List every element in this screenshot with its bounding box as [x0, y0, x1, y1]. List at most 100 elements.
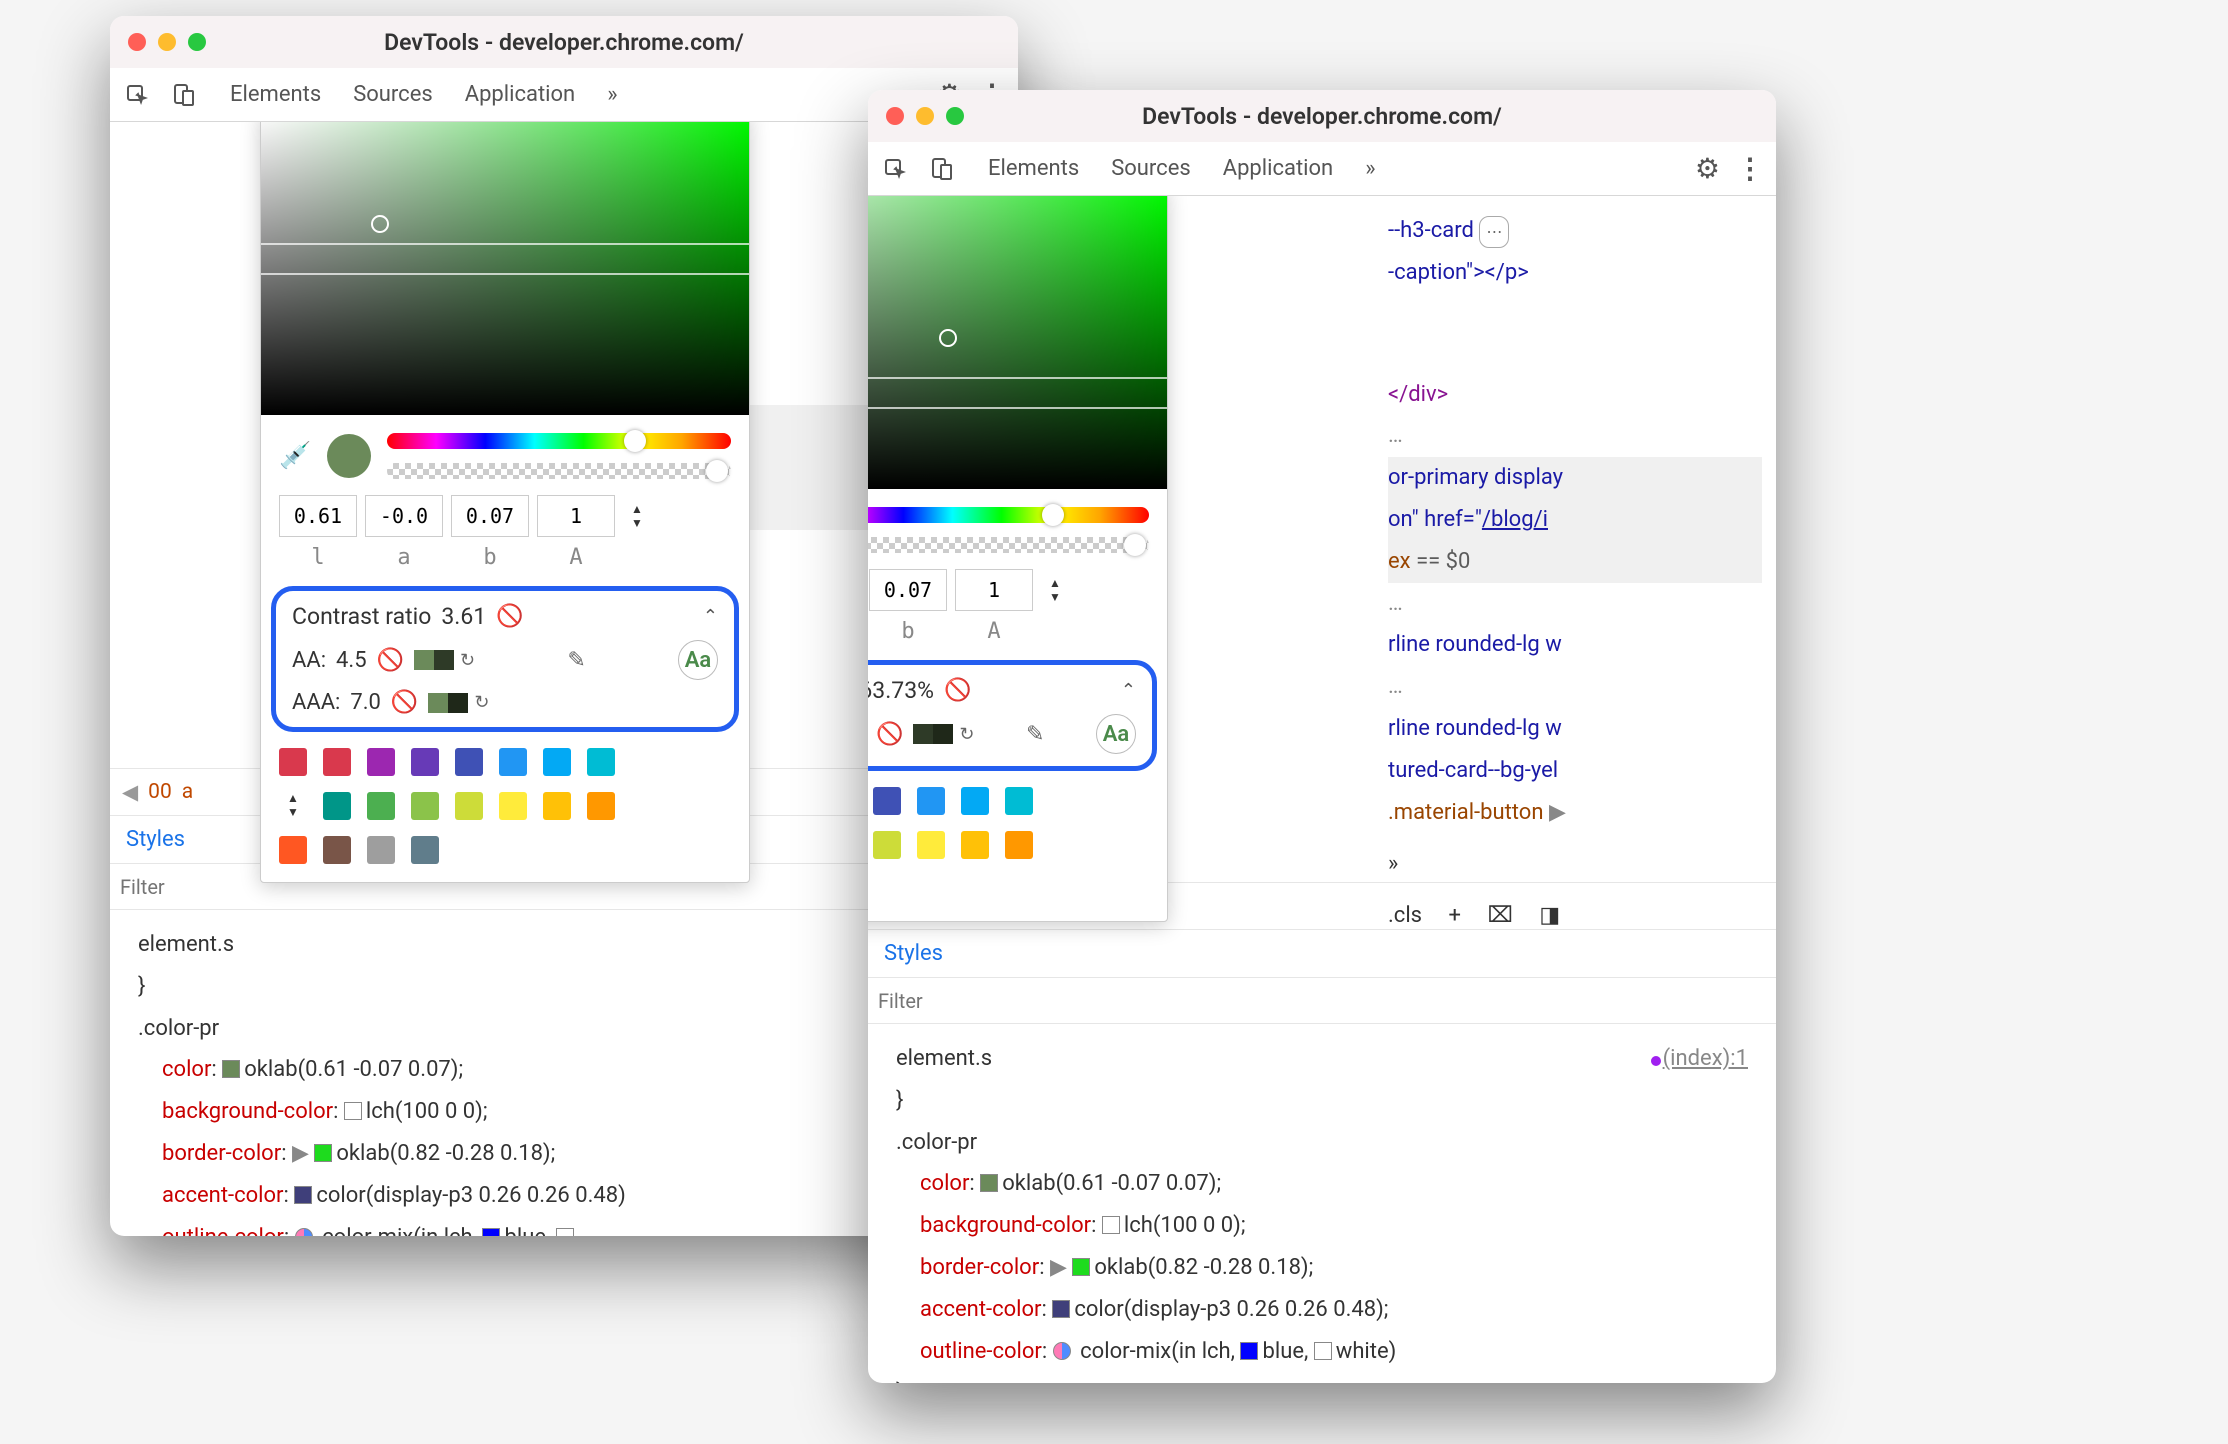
a-input[interactable] [365, 495, 443, 537]
css-prop[interactable]: color [162, 1057, 211, 1082]
tabs-more[interactable]: » [1365, 156, 1375, 181]
tab-elements[interactable]: Elements [988, 156, 1079, 181]
dom-link[interactable]: /blog/i [1482, 507, 1548, 532]
palette-swatch[interactable] [367, 748, 395, 776]
palette-switcher[interactable]: ▲▼ [287, 792, 307, 820]
color-swatch-icon[interactable] [980, 1174, 998, 1192]
css-prop[interactable]: accent-color [920, 1297, 1042, 1322]
palette-swatch[interactable] [279, 748, 307, 776]
palette-swatch[interactable] [917, 787, 945, 815]
filter-input[interactable] [878, 989, 1766, 1013]
css-value[interactable]: blue, [504, 1225, 550, 1236]
tab-application[interactable]: Application [1223, 156, 1333, 181]
color-swatch-icon[interactable] [1052, 1300, 1070, 1318]
tab-elements[interactable]: Elements [230, 82, 321, 107]
palette-swatch[interactable] [587, 792, 615, 820]
css-value[interactable]: white) [1336, 1339, 1397, 1364]
css-prop[interactable]: accent-color [162, 1183, 284, 1208]
palette-swatch[interactable] [961, 831, 989, 859]
collapse-icon[interactable]: ⌃ [703, 606, 718, 627]
palette-swatch[interactable] [411, 748, 439, 776]
eyedropper-icon[interactable]: 💉 [279, 441, 311, 471]
css-prop[interactable]: background-color [162, 1099, 333, 1124]
breadcrumb-left[interactable]: ◀ [122, 780, 138, 805]
alpha-input[interactable] [955, 569, 1033, 611]
css-value[interactable]: oklab(0.82 -0.28 0.18) [336, 1141, 550, 1166]
color-swatch-icon[interactable] [314, 1144, 332, 1162]
palette-swatch[interactable] [367, 792, 395, 820]
css-prop[interactable]: background-color [920, 1213, 1091, 1238]
css-value[interactable]: lch(100 0 0) [366, 1099, 483, 1124]
source-link[interactable]: (index):1 [1651, 1038, 1748, 1080]
palette-swatch[interactable] [411, 792, 439, 820]
css-value[interactable]: lch(100 0 0) [1124, 1213, 1241, 1238]
css-value[interactable]: color-mix(in lch, [322, 1225, 477, 1236]
css-value[interactable]: blue, [1262, 1339, 1308, 1364]
spectrum-handle[interactable] [939, 329, 957, 347]
palette-swatch[interactable] [411, 836, 439, 864]
breadcrumb-item[interactable]: 00 [148, 780, 172, 804]
reload-icon[interactable]: ↻ [460, 650, 475, 671]
inspect-icon[interactable] [880, 154, 910, 184]
breadcrumb-item[interactable]: a [182, 780, 193, 804]
css-prop[interactable]: border-color [162, 1141, 281, 1166]
b-input[interactable] [451, 495, 529, 537]
palette-swatch[interactable] [323, 836, 351, 864]
tab-application[interactable]: Application [465, 82, 575, 107]
css-value[interactable]: color(display-p3 0.26 0.26 0.48) [1074, 1297, 1383, 1322]
hue-slider[interactable] [868, 507, 1149, 523]
reload-icon[interactable]: ↻ [474, 692, 489, 713]
css-value[interactable]: oklab(0.61 -0.07 0.07) [1002, 1171, 1216, 1196]
palette-swatch[interactable] [455, 748, 483, 776]
reload-icon[interactable]: ↻ [959, 724, 974, 745]
hue-slider[interactable] [387, 433, 731, 449]
spectrum-handle[interactable] [371, 215, 389, 233]
color-mix-icon[interactable] [1053, 1342, 1071, 1360]
palette-swatch[interactable] [543, 748, 571, 776]
palette-swatch[interactable] [873, 831, 901, 859]
tabs-more[interactable]: » [607, 82, 617, 107]
color-swatch-icon[interactable] [1072, 1258, 1090, 1276]
gear-icon[interactable]: ⚙ [1695, 152, 1720, 185]
inspect-icon[interactable] [122, 80, 152, 110]
palette-swatch[interactable] [917, 831, 945, 859]
color-swatch-icon[interactable] [222, 1060, 240, 1078]
palette-swatch[interactable] [499, 748, 527, 776]
color-swatch-icon[interactable] [1240, 1342, 1258, 1360]
format-switcher[interactable]: ▲▼ [1049, 577, 1061, 603]
css-prop[interactable]: outline-color [920, 1339, 1042, 1364]
palette-swatch[interactable] [323, 792, 351, 820]
color-spectrum[interactable] [261, 122, 749, 415]
css-value[interactable]: color(display-p3 0.26 0.26 0.48) [316, 1183, 625, 1208]
color-swatch-icon[interactable] [344, 1102, 362, 1120]
swatch-pair-icon[interactable] [913, 724, 953, 744]
color-swatch-icon[interactable] [1102, 1216, 1120, 1234]
palette-swatch[interactable] [1005, 787, 1033, 815]
css-prop[interactable]: outline-color [162, 1225, 284, 1236]
tab-styles[interactable]: Styles [884, 941, 943, 966]
l-input[interactable] [279, 495, 357, 537]
kebab-icon[interactable]: ⋮ [1736, 152, 1764, 185]
color-mix-icon[interactable] [295, 1228, 313, 1236]
color-swatch-icon[interactable] [1314, 1342, 1332, 1360]
color-swatch-icon[interactable] [556, 1228, 574, 1236]
palette-swatch[interactable] [499, 792, 527, 820]
swatch-pair-icon[interactable] [428, 693, 468, 713]
palette-swatch[interactable] [279, 836, 307, 864]
palette-swatch[interactable] [961, 787, 989, 815]
b-input[interactable] [869, 569, 947, 611]
alpha-slider[interactable] [387, 463, 731, 479]
swatch-pair-icon[interactable] [414, 650, 454, 670]
tabs-overflow[interactable]: » [1388, 851, 1398, 876]
tab-styles[interactable]: Styles [126, 827, 185, 852]
palette-swatch[interactable] [873, 787, 901, 815]
tab-sources[interactable]: Sources [353, 82, 433, 107]
expand-badge[interactable]: ⋯ [1479, 216, 1509, 248]
alpha-input[interactable] [537, 495, 615, 537]
css-value[interactable]: oklab(0.61 -0.07 0.07) [244, 1057, 458, 1082]
palette-swatch[interactable] [367, 836, 395, 864]
palette-swatch[interactable] [455, 792, 483, 820]
format-switcher[interactable]: ▲▼ [631, 503, 643, 529]
styles-pane[interactable]: element.s(index):1 } .color-pr color: ok… [882, 1028, 1762, 1383]
color-swatch-icon[interactable] [482, 1228, 500, 1236]
